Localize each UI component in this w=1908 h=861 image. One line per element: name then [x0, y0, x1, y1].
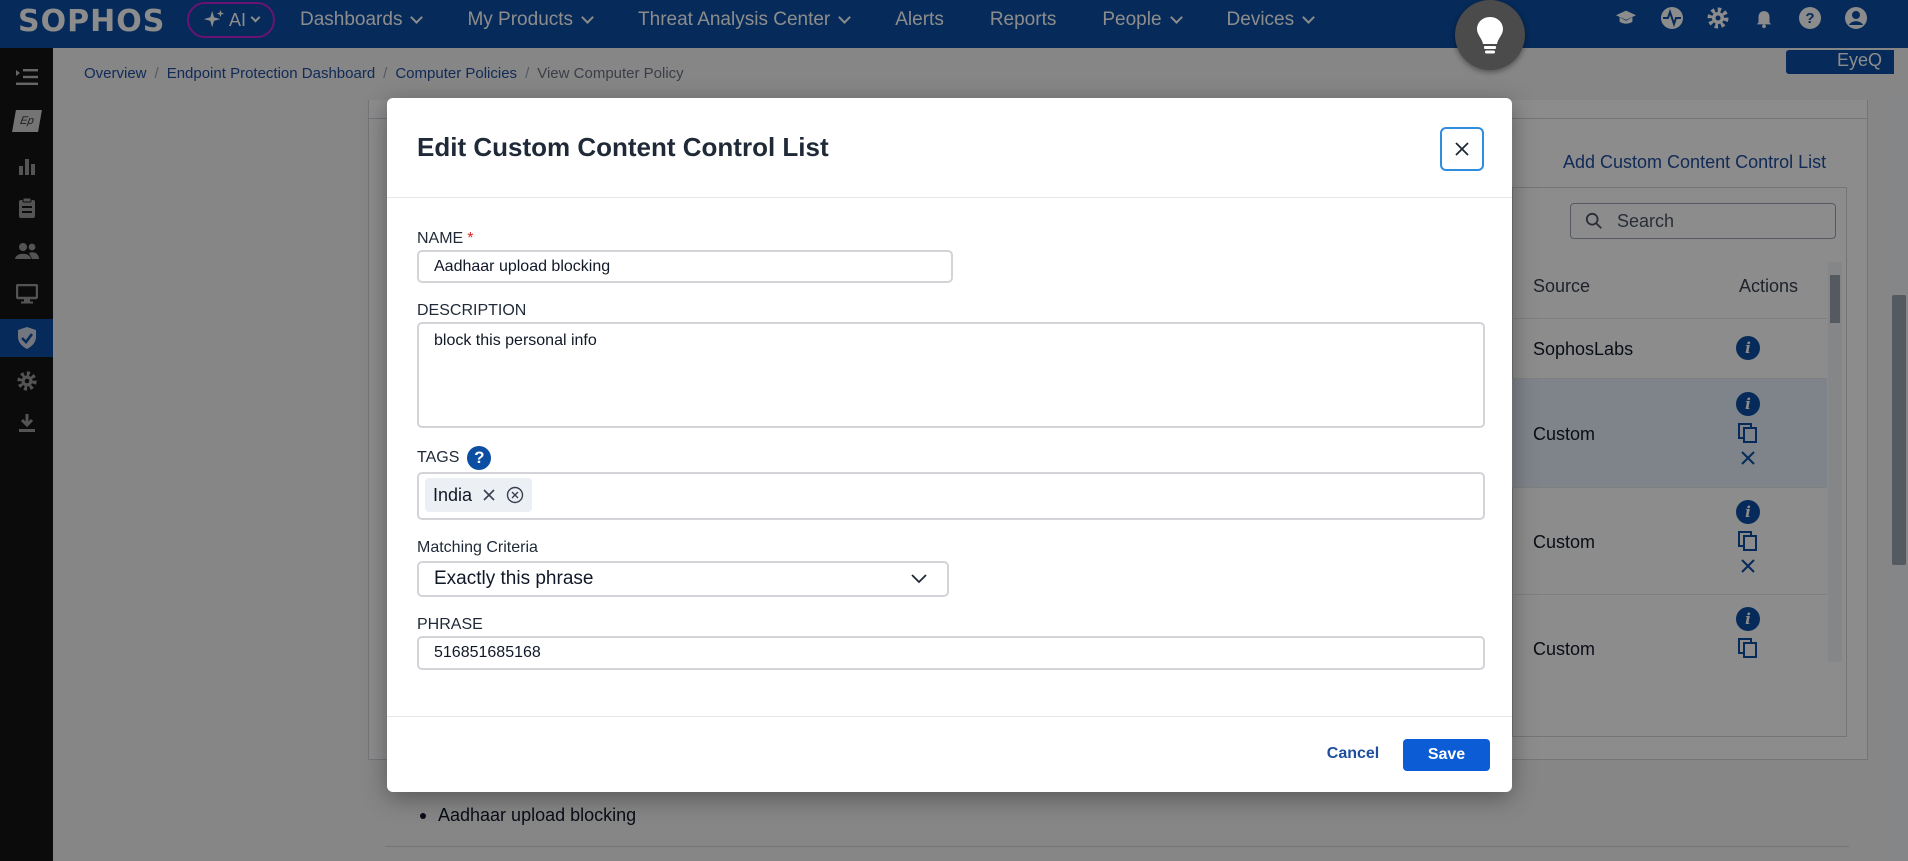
edit-custom-content-control-list-dialog: Edit Custom Content Control List NAME * …: [387, 98, 1512, 792]
tag-chip: India: [425, 478, 533, 512]
cancel-button[interactable]: Cancel: [1320, 739, 1386, 769]
phrase-label-text: PHRASE: [417, 616, 483, 633]
chevron-down-icon: [911, 574, 927, 584]
matching-criteria-label: Matching Criteria: [417, 539, 538, 557]
description-value: block this personal info: [434, 332, 597, 349]
modal-title: Edit Custom Content Control List: [417, 132, 829, 162]
modal-header: Edit Custom Content Control List: [387, 98, 1512, 198]
name-label: NAME *: [417, 230, 473, 248]
name-input[interactable]: Aadhaar upload blocking: [417, 250, 953, 283]
name-value: Aadhaar upload blocking: [434, 257, 611, 275]
close-button[interactable]: [1440, 127, 1484, 171]
tags-input[interactable]: India: [417, 472, 1485, 520]
description-label: DESCRIPTION: [417, 302, 526, 320]
required-asterisk: *: [467, 230, 474, 247]
matching-criteria-label-text: Matching Criteria: [417, 539, 538, 556]
description-textarea[interactable]: block this personal info: [417, 322, 1485, 428]
tag-label: India: [433, 484, 473, 505]
matching-criteria-select[interactable]: Exactly this phrase: [417, 561, 949, 597]
modal-footer-divider: [387, 716, 1512, 717]
phrase-input[interactable]: 516851685168: [417, 636, 1485, 670]
matching-criteria-value: Exactly this phrase: [434, 568, 594, 589]
phrase-label: PHRASE: [417, 616, 483, 634]
clear-circle-icon[interactable]: [506, 486, 524, 504]
name-label-text: NAME: [417, 230, 464, 247]
tags-label-text: TAGS: [417, 449, 460, 466]
phrase-value: 516851685168: [434, 644, 541, 661]
save-button[interactable]: Save: [1403, 739, 1490, 771]
lightbulb-icon[interactable]: [1455, 0, 1525, 70]
description-label-text: DESCRIPTION: [417, 302, 527, 319]
help-icon[interactable]: ?: [467, 446, 492, 470]
tags-label: TAGS ?: [417, 446, 492, 470]
close-icon: [1455, 142, 1469, 156]
remove-tag-icon[interactable]: [482, 488, 496, 502]
